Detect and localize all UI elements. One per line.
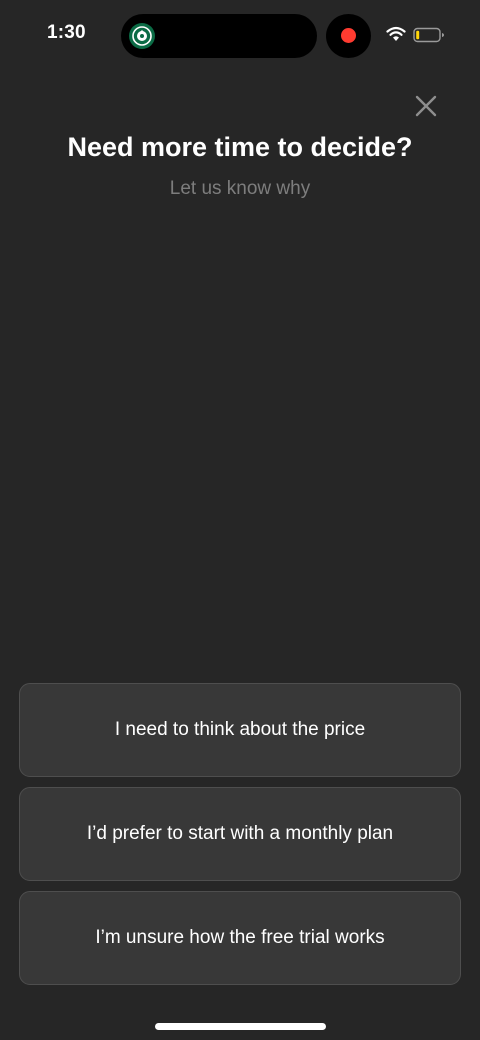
option-button-price[interactable]: I need to think about the price xyxy=(19,683,461,777)
recording-indicator[interactable] xyxy=(326,14,371,58)
close-button[interactable] xyxy=(412,92,440,120)
home-indicator[interactable] xyxy=(155,1023,326,1030)
starbucks-logo-icon xyxy=(129,23,155,49)
page-subtitle: Let us know why xyxy=(169,178,311,199)
option-button-monthly-plan[interactable]: I’d prefer to start with a monthly plan xyxy=(19,787,461,881)
page-title: Need more time to decide? xyxy=(67,132,413,162)
dynamic-island[interactable] xyxy=(121,14,317,58)
option-button-free-trial[interactable]: I’m unsure how the free trial works xyxy=(19,891,461,985)
wifi-icon xyxy=(386,26,406,42)
recording-dot-icon xyxy=(341,28,356,43)
close-icon xyxy=(415,95,437,117)
screen: 1:30 Need more time to decide? Let us kn… xyxy=(0,0,480,1040)
status-time: 1:30 xyxy=(47,22,86,43)
options-list: I need to think about the price I’d pref… xyxy=(19,683,461,995)
battery-low-icon xyxy=(413,27,445,43)
